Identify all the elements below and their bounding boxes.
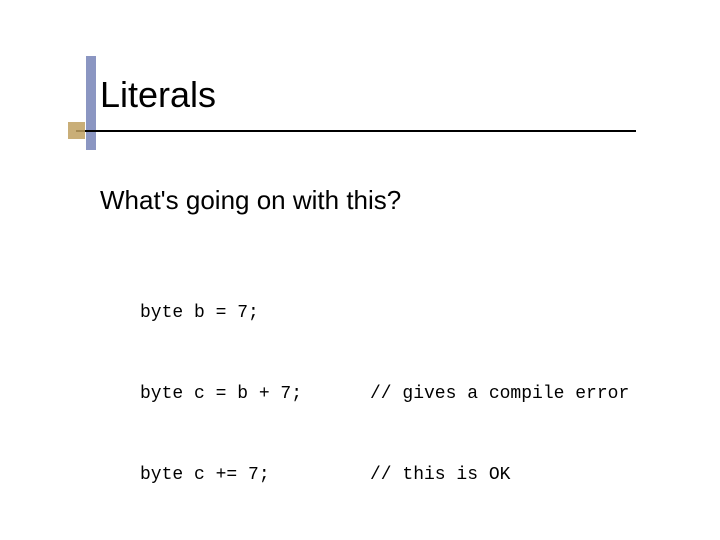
title-accent-square <box>68 122 85 139</box>
title-accent-vertical <box>86 56 96 150</box>
code-statement: byte b = 7; <box>140 300 370 327</box>
code-line: byte c += 7; // this is OK <box>140 462 660 489</box>
code-comment: // this is OK <box>370 462 660 489</box>
code-comment <box>370 300 660 327</box>
code-comment: // gives a compile error <box>370 381 660 408</box>
slide-body: What's going on with this? byte b = 7; b… <box>100 185 660 540</box>
code-line: byte b = 7; <box>140 300 660 327</box>
code-line: byte c = b + 7; // gives a compile error <box>140 381 660 408</box>
code-statement: byte c += 7; <box>140 462 370 489</box>
body-subtitle: What's going on with this? <box>100 185 660 216</box>
title-underline <box>76 130 636 132</box>
code-statement: byte c = b + 7; <box>140 381 370 408</box>
slide-title: Literals <box>100 75 216 115</box>
slide: Literals What's going on with this? byte… <box>0 0 720 540</box>
title-block: Literals <box>100 75 216 115</box>
code-block: byte b = 7; byte c = b + 7; // gives a c… <box>140 246 660 540</box>
